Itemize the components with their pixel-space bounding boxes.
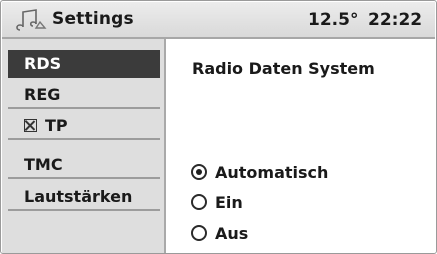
sidebar-item-label: TMC xyxy=(24,155,63,174)
radio-unchecked-icon xyxy=(191,224,207,241)
radio-option-aus[interactable]: Aus xyxy=(191,222,248,246)
radio-unchecked-icon xyxy=(191,193,207,210)
sidebar-item-tmc[interactable]: TMC xyxy=(8,151,160,179)
sidebar-item-reg[interactable]: REG xyxy=(8,81,160,109)
radio-option-label: Aus xyxy=(215,224,249,243)
sidebar: RDS REG TP TMC Lautstärken xyxy=(2,39,166,253)
radio-option-automatisch[interactable]: Automatisch xyxy=(191,161,328,185)
radio-option-label: Ein xyxy=(215,193,243,212)
sidebar-item-label: TP xyxy=(45,116,68,135)
sidebar-item-lautstaerken[interactable]: Lautstärken xyxy=(8,183,160,211)
clock-readout: 22:22 xyxy=(368,10,423,30)
sidebar-item-label: RDS xyxy=(24,54,62,73)
music-note-icon xyxy=(16,9,47,31)
sidebar-item-label: Lautstärken xyxy=(24,187,133,206)
page-title: Settings xyxy=(52,9,134,29)
sidebar-item-tp[interactable]: TP xyxy=(8,112,160,140)
radio-checked-icon xyxy=(191,163,207,180)
radio-option-label: Automatisch xyxy=(215,163,329,182)
header-bar: Settings 12.5° 22:22 xyxy=(2,2,435,39)
tp-checkbox-icon[interactable] xyxy=(24,119,37,132)
radio-option-ein[interactable]: Ein xyxy=(191,191,243,215)
settings-screen: Settings 12.5° 22:22 RDS REG TP TMC Laut… xyxy=(0,0,437,254)
panel-title: Radio Daten System xyxy=(192,59,375,78)
sidebar-item-label: REG xyxy=(24,85,61,104)
sidebar-item-rds[interactable]: RDS xyxy=(8,50,160,78)
temperature-readout: 12.5° xyxy=(308,10,359,30)
